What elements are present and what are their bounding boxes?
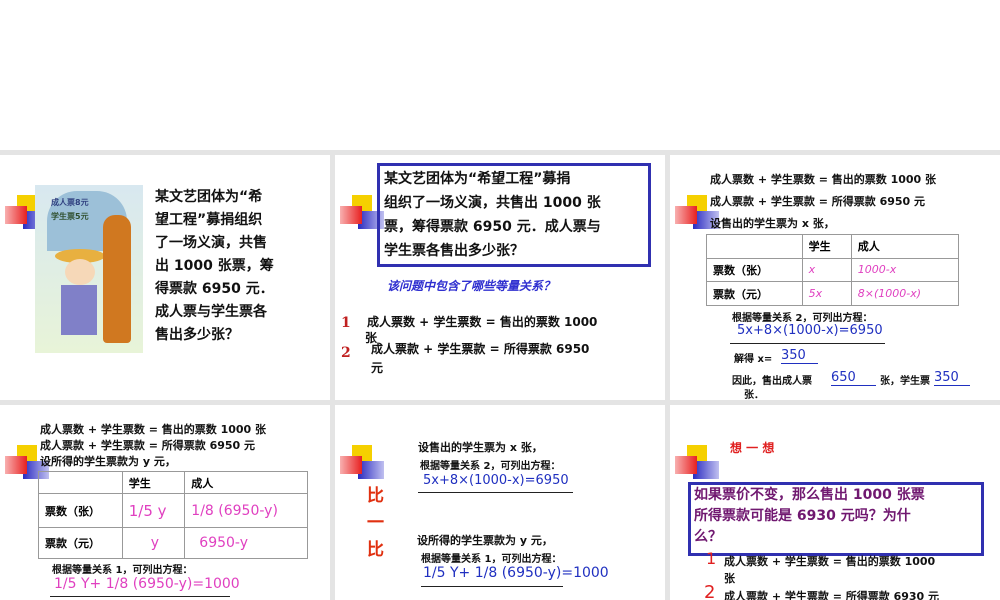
table-cell: 学生 xyxy=(801,234,852,259)
problem-text-line: 成人票与学生票各 xyxy=(155,304,267,320)
slide-5[interactable]: 比 一 比 设售出的学生票为 x 张， 根据等量关系 2，可列出方程： 5x+8… xyxy=(335,405,665,600)
table-cell: 1/5 y xyxy=(121,492,186,529)
problem-text-line: 某文艺团体为“希 xyxy=(155,189,263,205)
table-cell xyxy=(38,471,123,494)
table-cell: 1/8 (6950-y) xyxy=(184,492,308,529)
slide-2[interactable]: 某文艺团体为“希望工程”募捐 组织了一场义演，共售出 1000 张 票，筹得票款… xyxy=(335,155,665,400)
table-cell: 票数（张） xyxy=(38,492,123,529)
item-number: 2 xyxy=(704,582,716,600)
relation-line: 成人票款 + 学生票款 = 所得票款 6950 元 xyxy=(40,439,256,452)
relation-2-cont: 元 xyxy=(371,361,384,375)
solve-value: 350 xyxy=(781,348,818,364)
item-number: 1 xyxy=(706,549,717,568)
adult-count: 650 xyxy=(831,370,876,386)
title-char: 一 xyxy=(367,513,384,533)
title-char: 比 xyxy=(367,486,384,506)
question-line: 所得票款可能是 6930 元吗？为什 xyxy=(694,508,911,524)
relation-line: 成人票数 + 学生票数 = 售出的票数 1000 张 xyxy=(40,423,267,436)
student-count: 350 xyxy=(934,370,970,386)
table-cell: 8×(1000-x) xyxy=(850,281,960,306)
data-table: 学生 成人 票数（张） 1/5 y 1/8 (6950-y) 票款（元） y 6950-y xyxy=(38,471,308,559)
problem-text-line: 售出多少张？ xyxy=(155,327,239,343)
solve-label: 解得 x= xyxy=(734,354,773,365)
relation-1: 成人票数 + 学生票数 = 售出的票数 1000 xyxy=(367,315,598,329)
relation-1: 成人票数 + 学生票数 = 售出的票数 1000 xyxy=(724,555,936,568)
table-cell: 5x xyxy=(801,281,852,306)
question-line: 么？ xyxy=(694,529,722,545)
title-char: 比 xyxy=(367,540,384,560)
item-number: 1 xyxy=(341,315,351,331)
relation-2: 成人票款 + 学生票款 = 所得票款 6950 xyxy=(371,342,590,356)
problem-text-line: 了一场义演，共售 xyxy=(155,235,267,251)
equation: 1/5 Y+ 1/8 (6950-y)=1000 xyxy=(54,576,240,592)
problem-text-line: 组织了一场义演，共售出 1000 张 xyxy=(384,195,601,211)
decorative-squares-icon xyxy=(675,445,720,480)
slide-4[interactable]: 成人票数 + 学生票数 = 售出的票数 1000 张 成人票款 + 学生票款 =… xyxy=(0,405,330,600)
relation-line: 成人票款 + 学生票款 = 所得票款 6950 元 xyxy=(710,195,926,208)
relation-line: 成人票数 + 学生票数 = 售出的票数 1000 张 xyxy=(710,173,937,186)
problem-text-line: 望工程”募捐组织 xyxy=(155,212,263,228)
table-cell: y xyxy=(121,527,186,559)
relation-line: 设所得的学生票款为 y 元， xyxy=(40,455,176,468)
slide-1[interactable]: 成人票8元 学生票5元 某文艺团体为“希 望工程”募捐组织 了一场义演，共售 出… xyxy=(0,155,330,400)
equation-label: 根据等量关系 1，可列出方程： xyxy=(421,554,562,565)
slide-3[interactable]: 成人票数 + 学生票数 = 售出的票数 1000 张 成人票款 + 学生票款 =… xyxy=(670,155,1000,400)
table-cell: 1000-x xyxy=(850,257,960,283)
table-cell: 6950-y xyxy=(184,527,308,559)
table-cell: x xyxy=(801,257,852,283)
question-line: 如果票价不变，那么售出 1000 张票 xyxy=(694,487,925,503)
table-cell: 票数（张） xyxy=(706,257,803,283)
table-cell: 票款（元） xyxy=(706,281,803,306)
slide-6[interactable]: 想 一 想 如果票价不变，那么售出 1000 张票 所得票款可能是 6930 元… xyxy=(670,405,1000,600)
setup-text: 设所得的学生票款为 y 元， xyxy=(417,534,553,547)
problem-text-line: 某文艺团体为“希望工程”募捐 xyxy=(384,171,571,187)
table-cell: 学生 xyxy=(121,471,186,494)
problem-text-line: 学生票各售出多少张？ xyxy=(384,243,524,259)
cartoon-ticket-booth-image: 成人票8元 学生票5元 xyxy=(35,185,143,353)
problem-text-line: 出 1000 张票，筹 xyxy=(155,258,274,274)
data-table: 学生 成人 票数（张） x 1000-x 票款（元） 5x 8×(1000-x) xyxy=(706,234,960,306)
equation-label: 根据等量关系 2，可列出方程： xyxy=(732,313,873,324)
relation-2: 成人票款 + 学生票款 = 所得票款 6930 元 xyxy=(724,590,940,600)
item-number: 2 xyxy=(341,345,351,361)
question-text: 该问题中包含了哪些等量关系？ xyxy=(387,279,556,293)
relation-1-cont: 张 xyxy=(724,572,735,585)
equation: 5x+8×(1000-x)=6950 xyxy=(737,323,883,338)
equation-label: 根据等量关系 1，可列出方程： xyxy=(52,565,193,576)
equation: 1/5 Y+ 1/8 (6950-y)=1000 xyxy=(423,565,609,581)
table-cell: 成人 xyxy=(850,234,960,259)
slide-title: 想 一 想 xyxy=(730,441,775,455)
conclusion-text: 因此，售出成人票 xyxy=(732,376,812,387)
relation-line: 设售出的学生票为 x 张， xyxy=(710,217,835,230)
problem-text-line: 得票款 6950 元． xyxy=(155,281,274,297)
decorative-squares-icon xyxy=(340,445,385,480)
problem-text-line: 票，筹得票款 6950 元．成人票与 xyxy=(384,219,601,235)
table-cell xyxy=(706,234,803,259)
conclusion-text: 张． xyxy=(744,390,764,400)
setup-text: 设售出的学生票为 x 张， xyxy=(418,441,543,454)
equation: 5x+8×(1000-x)=6950 xyxy=(423,473,569,488)
table-cell: 成人 xyxy=(184,471,308,494)
conclusion-text: 张，学生票 xyxy=(880,376,930,387)
equation-label: 根据等量关系 2，可列出方程： xyxy=(420,461,561,472)
table-cell: 票款（元） xyxy=(38,527,123,559)
